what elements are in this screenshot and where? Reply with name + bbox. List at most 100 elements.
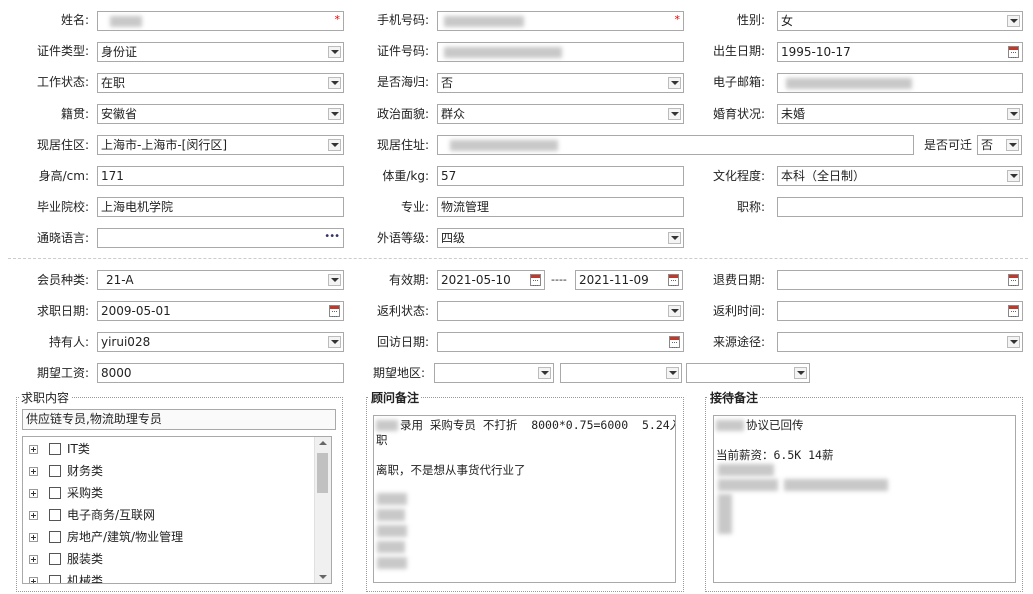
more-icon[interactable]: •••: [324, 231, 340, 242]
redacted-text: [377, 525, 407, 537]
education-select[interactable]: 本科（全日制）: [777, 166, 1023, 186]
chevron-down-icon[interactable]: [1007, 170, 1020, 182]
calendar-icon[interactable]: [668, 274, 679, 286]
member-type-select[interactable]: 21-A: [97, 270, 344, 290]
idtype-select[interactable]: 身份证: [97, 42, 344, 62]
gender-select[interactable]: 女: [777, 11, 1023, 31]
foreign-level-select[interactable]: 四级: [437, 228, 684, 248]
chevron-down-icon[interactable]: [1006, 139, 1019, 151]
chevron-down-icon[interactable]: [668, 305, 681, 317]
chevron-down-icon[interactable]: [666, 367, 679, 379]
expand-icon[interactable]: [29, 445, 38, 454]
expand-icon[interactable]: [29, 511, 38, 520]
calendar-icon[interactable]: [1008, 274, 1019, 286]
calendar-icon[interactable]: [1008, 305, 1019, 317]
checkbox[interactable]: [49, 509, 61, 521]
marital-select[interactable]: 未婚: [777, 104, 1023, 124]
phone-field[interactable]: *: [437, 11, 684, 31]
weight-field[interactable]: 57: [437, 166, 684, 186]
chevron-down-icon[interactable]: [328, 336, 341, 348]
expand-icon[interactable]: [29, 467, 38, 476]
chevron-down-icon[interactable]: [328, 77, 341, 89]
tree-item[interactable]: 采购类: [29, 486, 309, 504]
birth-date-field[interactable]: 1995-10-17: [777, 42, 1023, 62]
work-status-select[interactable]: 在职: [97, 73, 344, 93]
expand-icon[interactable]: [29, 489, 38, 498]
checkbox[interactable]: [49, 465, 61, 477]
tree-item[interactable]: IT类: [29, 442, 309, 460]
major-field[interactable]: 物流管理: [437, 197, 684, 217]
chevron-down-icon[interactable]: [328, 274, 341, 286]
name-field[interactable]: *: [97, 11, 344, 31]
source-select[interactable]: [777, 332, 1023, 352]
expand-icon[interactable]: [29, 533, 38, 542]
job-date-field[interactable]: 2009-05-01: [97, 301, 344, 321]
checkbox[interactable]: [49, 575, 61, 583]
school-field[interactable]: 上海电机学院: [97, 197, 344, 217]
idno-field[interactable]: [437, 42, 684, 62]
chevron-down-icon[interactable]: [668, 108, 681, 120]
height-field[interactable]: 171: [97, 166, 344, 186]
chevron-down-icon[interactable]: [538, 367, 551, 379]
expand-icon[interactable]: [29, 577, 38, 583]
scroll-down-icon[interactable]: [319, 575, 327, 579]
language-field[interactable]: •••: [97, 228, 344, 248]
title-field[interactable]: [777, 197, 1023, 217]
scroll-up-icon[interactable]: [319, 441, 327, 445]
tree-item[interactable]: 机械类: [29, 574, 309, 583]
address-field[interactable]: [437, 135, 914, 155]
job-selected-field[interactable]: 供应链专员,物流助理专员: [22, 409, 336, 430]
refund-date-field[interactable]: [777, 270, 1023, 290]
consultant-note-line: 录用 采购专员 不打折 8000*0.75=6000 5.24入: [400, 418, 676, 432]
tree-item[interactable]: 财务类: [29, 464, 309, 482]
calendar-icon[interactable]: [329, 305, 340, 317]
valid-from-field[interactable]: 2021-05-10: [437, 270, 545, 290]
tree-item[interactable]: 房地产/建筑/物业管理: [29, 530, 309, 548]
scrollbar[interactable]: [314, 437, 331, 583]
calendar-icon[interactable]: [669, 336, 680, 348]
checkbox[interactable]: [49, 443, 61, 455]
scrollbar-thumb[interactable]: [317, 453, 328, 493]
returnee-select[interactable]: 否: [437, 73, 684, 93]
chevron-down-icon[interactable]: [1007, 15, 1020, 27]
holder-select[interactable]: yirui028: [97, 332, 344, 352]
calendar-icon[interactable]: [530, 274, 541, 286]
tree-item[interactable]: 电子商务/互联网: [29, 508, 309, 526]
checkbox[interactable]: [49, 487, 61, 499]
chevron-down-icon[interactable]: [668, 232, 681, 244]
expand-icon[interactable]: [29, 555, 38, 564]
visit-date-field[interactable]: [437, 332, 684, 352]
chevron-down-icon[interactable]: [668, 77, 681, 89]
chevron-down-icon[interactable]: [328, 108, 341, 120]
salary-field[interactable]: 8000: [97, 363, 344, 383]
redacted-text: [377, 541, 405, 553]
marital-label: 婚育状况:: [712, 107, 765, 121]
valid-to-field[interactable]: 2021-11-09: [575, 270, 683, 290]
relocate-select[interactable]: 否: [977, 135, 1022, 155]
reception-notes-textarea[interactable]: 协议已回传 当前薪资：6.5K 14薪: [713, 415, 1016, 583]
checkbox[interactable]: [49, 531, 61, 543]
native-select[interactable]: 安徽省: [97, 104, 344, 124]
job-date-value: 2009-05-01: [101, 304, 171, 318]
tree-item-label: 电子商务/互联网: [67, 508, 156, 522]
region-province-select[interactable]: [434, 363, 554, 383]
rebate-status-select[interactable]: [437, 301, 684, 321]
political-select[interactable]: 群众: [437, 104, 684, 124]
email-field[interactable]: [777, 73, 1023, 93]
redacted-text: [377, 509, 405, 521]
residence-select[interactable]: 上海市-上海市-[闵行区]: [97, 135, 344, 155]
consultant-notes-textarea[interactable]: 录用 采购专员 不打折 8000*0.75=6000 5.24入 职 离职，不是…: [373, 415, 676, 583]
rebate-time-field[interactable]: [777, 301, 1023, 321]
chevron-down-icon[interactable]: [1007, 336, 1020, 348]
region-city-select[interactable]: [560, 363, 682, 383]
calendar-icon[interactable]: [1008, 46, 1019, 58]
chevron-down-icon[interactable]: [794, 367, 807, 379]
tree-item[interactable]: 服装类: [29, 552, 309, 570]
chevron-down-icon[interactable]: [328, 139, 341, 151]
checkbox[interactable]: [49, 553, 61, 565]
chevron-down-icon[interactable]: [328, 46, 341, 58]
consultant-notes-title: 顾问备注: [369, 391, 422, 405]
required-marker: *: [674, 13, 681, 26]
chevron-down-icon[interactable]: [1007, 108, 1020, 120]
region-district-select[interactable]: [686, 363, 810, 383]
